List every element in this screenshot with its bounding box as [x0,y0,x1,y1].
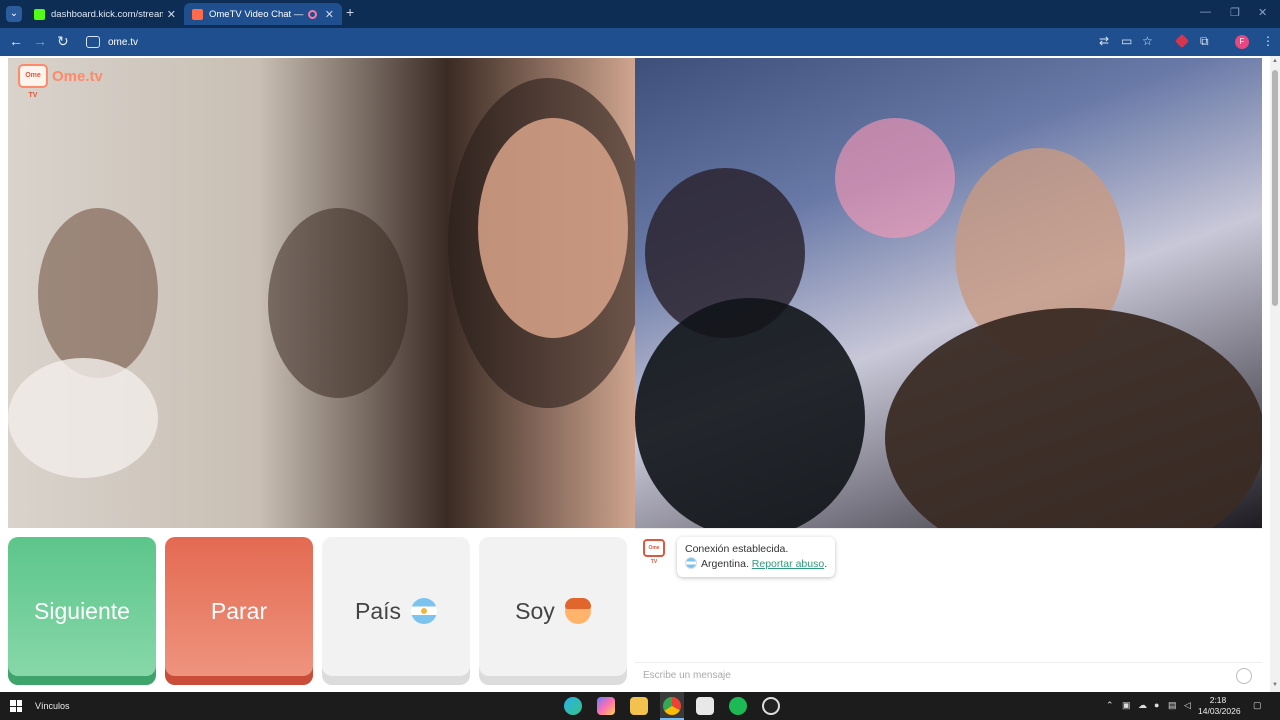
system-clock[interactable]: 2:18 14/03/2026 [1198,695,1241,717]
stop-button[interactable]: Parar [165,537,313,685]
onedrive-icon[interactable]: ☁ [1138,700,1147,711]
gender-label: Soy [515,597,555,624]
tab-title: dashboard.kick.com/stream [51,8,163,20]
extension-icon[interactable] [1174,33,1190,49]
close-tab-icon[interactable]: ✕ [325,8,334,21]
cast-icon[interactable]: ▭ [1121,34,1132,48]
tab-title: OmeTV Video Chat — Ome [209,8,304,20]
translate-icon[interactable]: ⇄ [1099,34,1109,48]
back-button[interactable]: ← [9,33,23,49]
next-button[interactable]: Siguiente [8,537,156,685]
partner-country-line: Argentina. Reportar abuso. [685,557,827,572]
partner-video: Ome TV Ome.tv [8,58,635,528]
report-abuse-link[interactable]: Reportar abuso [752,558,824,570]
volume-icon[interactable]: ◁ [1184,700,1191,711]
windows-taskbar: Vínculos ⌃ ▣ ☁ ● ▤ ◁ 2:18 14/03/2026 ▢ [0,692,1280,720]
extensions-puzzle-icon[interactable]: ⧉ [1200,34,1209,49]
ometv-page: Ome TV Ome.tv Siguiente Parar País Soy O… [0,56,1270,692]
tab-kick-dashboard[interactable]: dashboard.kick.com/stream ✕ [26,3,184,25]
country-label: País [354,597,402,624]
restore-icon[interactable]: ❐ [1230,6,1240,19]
profile-avatar[interactable]: F [1235,35,1249,49]
chat-panel: Ome TV Conexión establecida. Argentina. … [635,528,1262,692]
close-window-icon[interactable]: ✕ [1258,6,1267,19]
stop-label: Parar [210,597,268,624]
connection-status: Conexión establecida. [685,543,789,555]
recording-indicator-icon [307,9,317,19]
links-toolbar-label[interactable]: Vínculos [35,701,70,711]
tray-app-icon[interactable]: ▣ [1122,700,1131,711]
address-text: ome.tv [108,36,139,48]
page-scrollbar[interactable]: ▲ ▼ [1270,56,1280,692]
kick-favicon-icon [34,8,45,20]
chrome-icon[interactable] [663,697,681,715]
close-tab-icon[interactable]: ✕ [167,8,176,21]
scroll-up-icon[interactable]: ▲ [1272,58,1278,64]
ometv-chat-icon: Ome TV [643,539,665,565]
clock-date: 14/03/2026 [1198,706,1241,716]
minimize-icon[interactable]: — [1200,6,1211,18]
gender-button[interactable]: Soy [479,537,627,685]
message-input[interactable]: Escribe un mensaje [635,662,1262,688]
tab-ometv[interactable]: OmeTV Video Chat — Ome ✕ [184,3,342,25]
ometv-favicon-icon [192,8,203,20]
argentina-flag-icon [685,557,697,569]
next-label: Siguiente [34,597,130,624]
file-explorer-icon[interactable] [630,697,648,715]
spotify-icon[interactable] [729,697,747,715]
address-bar[interactable]: ome.tv [80,32,1090,52]
windows-start-icon[interactable] [10,700,22,712]
new-tab-button[interactable]: + [346,4,354,20]
boy-avatar-icon [564,598,591,624]
scrollbar-thumb[interactable] [1272,70,1278,306]
copilot-icon[interactable] [597,697,615,715]
edge-icon[interactable] [564,697,582,715]
notifications-icon[interactable]: ▢ [1253,700,1262,711]
browser-toolbar: ← → ↻ ome.tv ⇄ ▭ ☆ ⧉ F ⋮ [0,28,1280,56]
bookmark-star-icon[interactable]: ☆ [1142,34,1153,48]
ometv-logo-icon: Ome TV [18,64,48,99]
system-message: Conexión establecida. Argentina. Reporta… [677,537,836,577]
logo-text: Ome.tv [52,67,103,85]
reload-button[interactable]: ↻ [57,33,69,50]
ometv-logo: Ome TV Ome.tv [18,64,103,99]
browser-tab-bar: ⌄ dashboard.kick.com/stream ✕ OmeTV Vide… [0,0,1280,28]
network-icon[interactable]: ▤ [1168,700,1177,711]
emoji-icon[interactable] [1236,668,1252,684]
argentina-flag-icon [411,598,438,624]
message-placeholder: Escribe un mensaje [643,670,731,681]
forward-button[interactable]: → [33,33,47,49]
partner-country: Argentina. [701,558,749,570]
self-video [635,58,1262,528]
camera-permission-icon[interactable] [86,36,100,48]
scroll-down-icon[interactable]: ▼ [1272,682,1278,688]
tray-overflow-icon[interactable]: ⌃ [1106,700,1114,711]
country-button[interactable]: País [322,537,470,685]
tab-search-button[interactable]: ⌄ [6,6,22,22]
microphone-icon[interactable]: ● [1154,700,1159,710]
report-suffix: . [824,558,828,570]
obs-icon[interactable] [762,697,780,715]
store-icon[interactable] [696,697,714,715]
more-menu-icon[interactable]: ⋮ [1262,34,1274,48]
clock-time: 2:18 [1209,695,1227,705]
